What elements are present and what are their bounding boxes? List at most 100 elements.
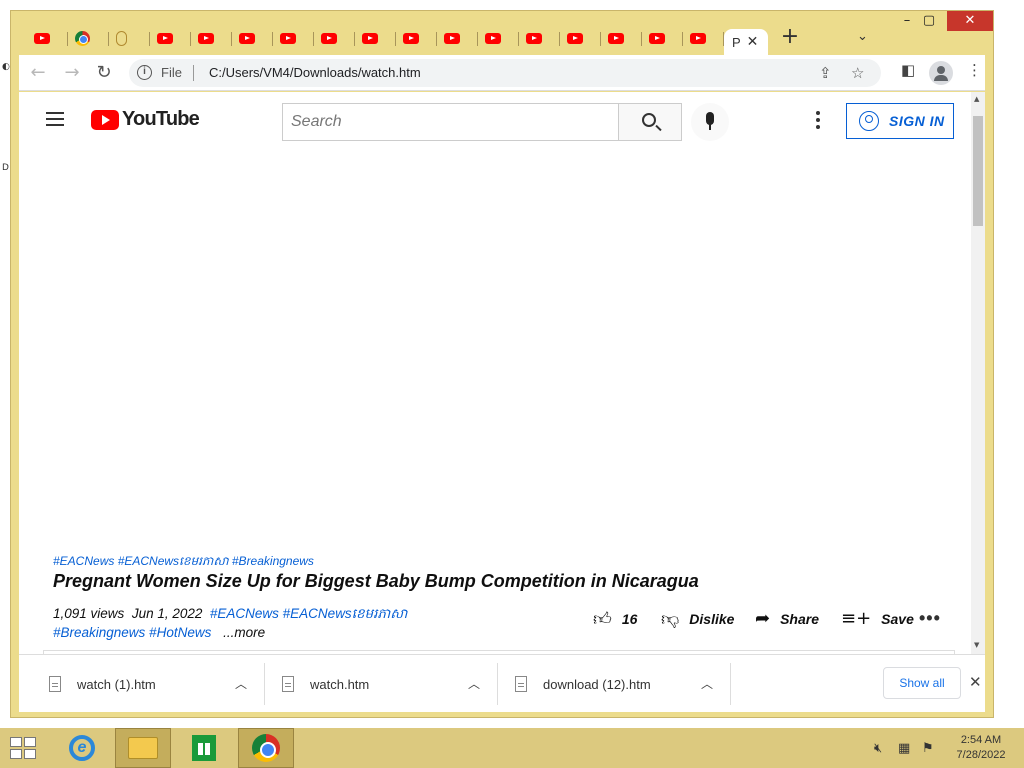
- youtube-favicon-icon: [321, 32, 337, 44]
- video-hashtags[interactable]: #EACNews #EACNewsខេមរភាសា #Breakingnews: [53, 553, 314, 571]
- chevron-up-icon[interactable]: ︿: [468, 675, 480, 692]
- sign-in-button[interactable]: SIGN IN: [846, 103, 954, 139]
- youtube-favicon-icon: [649, 32, 665, 44]
- download-item[interactable]: download (12).htm: [515, 655, 651, 713]
- windows-start-icon[interactable]: [10, 737, 38, 761]
- scroll-thumb[interactable]: [973, 116, 983, 226]
- description-tags[interactable]: #Breakingnews #HotNews: [53, 625, 211, 640]
- description-tags[interactable]: #EACNews #EACNewsខេមរភាសា: [210, 606, 408, 621]
- new-tab-button[interactable]: +: [779, 26, 801, 49]
- tab-youtube[interactable]: [560, 25, 601, 51]
- chevron-up-icon[interactable]: ︿: [701, 675, 713, 692]
- page-scrollbar[interactable]: ▲ ▼: [971, 92, 985, 654]
- voice-search-button[interactable]: [691, 103, 729, 141]
- more-link[interactable]: ...more: [223, 625, 265, 640]
- tab-document[interactable]: [109, 25, 150, 51]
- more-actions-icon[interactable]: •••: [919, 608, 941, 629]
- tab-youtube[interactable]: [27, 25, 68, 51]
- settings-more-icon[interactable]: [816, 111, 820, 129]
- microphone-stand: [709, 124, 711, 130]
- tab-youtube[interactable]: [314, 25, 355, 51]
- tab-youtube[interactable]: [642, 25, 683, 51]
- profile-avatar-icon[interactable]: [929, 61, 953, 85]
- youtube-logo-text: YouTube: [122, 108, 200, 130]
- tab-youtube[interactable]: [232, 25, 273, 51]
- file-icon: [49, 676, 61, 692]
- side-panel-icon[interactable]: ◧: [901, 61, 915, 79]
- thumbs-up-icon: 👍︎: [593, 609, 612, 630]
- info-icon[interactable]: i: [137, 65, 152, 80]
- maximize-icon[interactable]: ▢: [915, 11, 943, 31]
- hamburger-menu-icon[interactable]: [46, 112, 64, 126]
- browser-menu-icon[interactable]: ⋮: [967, 61, 982, 79]
- file-explorer-icon[interactable]: [115, 728, 171, 768]
- download-item[interactable]: watch (1).htm: [49, 655, 156, 713]
- download-filename: watch (1).htm: [77, 676, 156, 692]
- tab-chrome[interactable]: [68, 25, 109, 51]
- scroll-up-icon[interactable]: ▲: [974, 95, 979, 103]
- download-item[interactable]: watch.htm: [282, 655, 369, 713]
- bookmark-star-icon[interactable]: ☆: [851, 64, 864, 82]
- close-window-icon[interactable]: ✕: [947, 11, 993, 31]
- thumbs-down-icon: 👎︎: [661, 609, 680, 630]
- volume-muted-icon[interactable]: 🔇︎: [874, 741, 882, 756]
- download-filename: watch.htm: [310, 676, 370, 692]
- youtube-favicon-icon: [280, 32, 296, 44]
- internet-explorer-icon[interactable]: e: [54, 728, 110, 768]
- save-button[interactable]: ≡+ Save: [841, 608, 914, 629]
- youtube-favicon-icon: [362, 32, 378, 44]
- url-text[interactable]: C:/Users/VM4/Downloads/watch.htm: [209, 65, 421, 80]
- close-tab-icon[interactable]: ✕: [747, 34, 759, 50]
- tab-youtube[interactable]: [437, 25, 478, 51]
- tab-youtube[interactable]: [396, 25, 437, 51]
- file-icon: [282, 676, 294, 692]
- store-icon[interactable]: [176, 728, 232, 768]
- youtube-favicon-icon: [485, 32, 501, 44]
- show-all-button[interactable]: Show all: [883, 667, 961, 699]
- download-shelf: watch (1).htm ︿ watch.htm ︿ download (12…: [19, 654, 985, 712]
- share-page-icon[interactable]: ⇪: [819, 64, 832, 82]
- active-tab-title: P: [732, 34, 741, 50]
- system-clock[interactable]: 2:54 AM 7/28/2022: [946, 733, 1016, 763]
- download-filename: download (12).htm: [543, 676, 651, 692]
- upload-date: Jun 1, 2022: [131, 606, 203, 621]
- tab-youtube[interactable]: [273, 25, 314, 51]
- scroll-down-icon[interactable]: ▼: [974, 641, 979, 649]
- clock-time: 2:54 AM: [960, 734, 1002, 746]
- youtube-favicon-icon: [690, 32, 706, 44]
- share-button[interactable]: ➦ Share: [755, 608, 819, 629]
- reload-icon[interactable]: ↻: [91, 60, 117, 86]
- tab-youtube[interactable]: [191, 25, 232, 51]
- taskbar: e 🔇︎ ▦ ⚑ 2:54 AM 7/28/2022: [0, 728, 1024, 768]
- close-shelf-icon[interactable]: ✕: [969, 673, 982, 691]
- chevron-up-icon[interactable]: ︿: [235, 675, 247, 692]
- tab-search-chevron-down-icon[interactable]: ⌄: [857, 29, 868, 44]
- file-icon: [515, 676, 527, 692]
- tab-youtube[interactable]: [519, 25, 560, 51]
- youtube-logo[interactable]: YouTube: [91, 108, 200, 131]
- tab-active[interactable]: P ✕: [724, 29, 768, 55]
- address-bar[interactable]: i File C:/Users/VM4/Downloads/watch.htm …: [129, 59, 881, 87]
- video-player[interactable]: [43, 158, 955, 542]
- like-button[interactable]: 👍︎ 16: [593, 608, 637, 630]
- forward-arrow-icon[interactable]: →: [59, 60, 85, 86]
- tab-youtube[interactable]: [355, 25, 396, 51]
- chrome-taskbar-icon[interactable]: [238, 728, 294, 768]
- tab-youtube[interactable]: [683, 25, 724, 51]
- network-icon[interactable]: ▦: [898, 741, 910, 756]
- youtube-play-icon: [91, 109, 119, 130]
- tab-strip: P ✕ + ⌄ – ▢ ✕: [11, 11, 993, 55]
- dislike-button[interactable]: 👎︎ Dislike: [661, 608, 734, 630]
- divider: [730, 663, 731, 705]
- divider: [264, 663, 265, 705]
- search-input[interactable]: [283, 104, 618, 140]
- tab-youtube[interactable]: [150, 25, 191, 51]
- back-arrow-icon[interactable]: ←: [25, 60, 51, 86]
- search-button[interactable]: [618, 103, 682, 141]
- tab-youtube[interactable]: [478, 25, 519, 51]
- search-icon: [642, 113, 656, 127]
- save-label: Save: [881, 610, 914, 627]
- desktop-edge-icon: ◐: [2, 62, 10, 72]
- action-center-flag-icon[interactable]: ⚑: [922, 741, 934, 756]
- tab-youtube[interactable]: [601, 25, 642, 51]
